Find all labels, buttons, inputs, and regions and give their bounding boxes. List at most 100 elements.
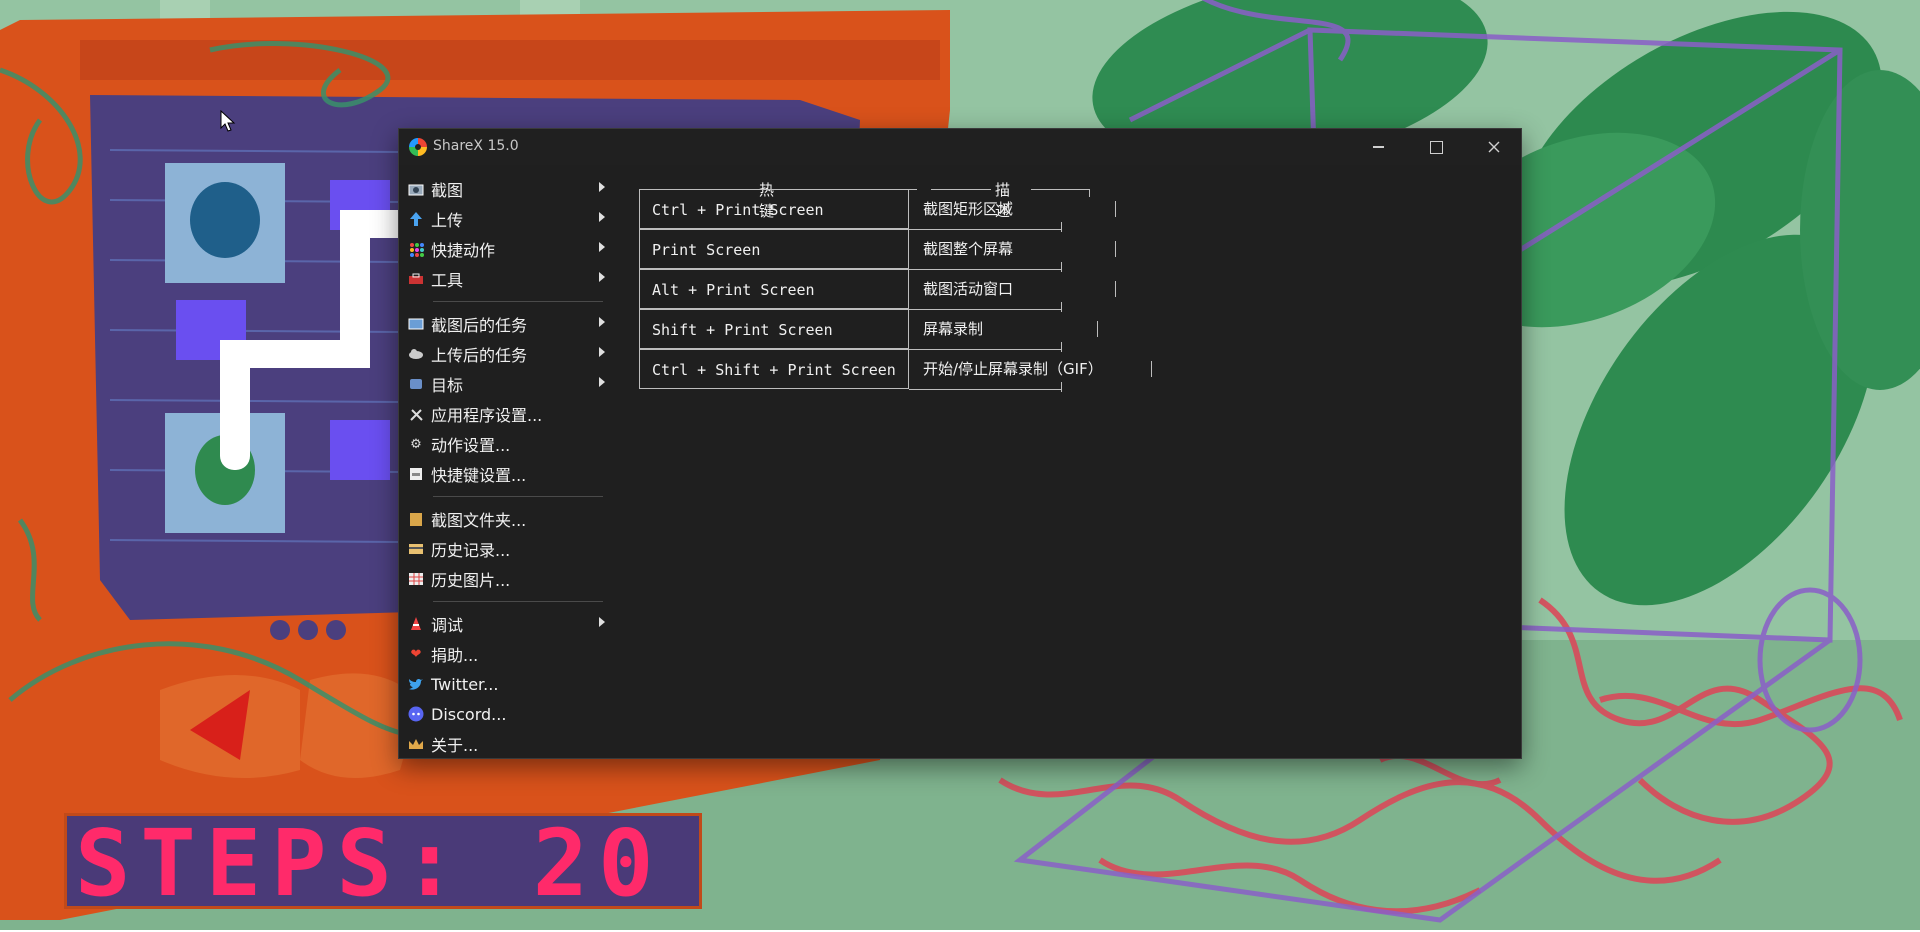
hotkey-cell: Ctrl + Print Screen (639, 189, 909, 229)
cloud-upload-icon (407, 345, 425, 363)
menu-label: 目标 (431, 376, 464, 395)
twitter-icon (407, 675, 425, 693)
close-button[interactable] (1465, 129, 1523, 165)
table-border (1061, 262, 1062, 272)
menu-item-screenshots-folder[interactable]: 截图文件夹... (403, 504, 607, 534)
table-border (1061, 222, 1062, 232)
menu-item-donate[interactable]: ❤ 捐助... (403, 639, 607, 669)
image-task-icon (407, 315, 425, 333)
menu-label: 历史记录... (431, 541, 511, 560)
heart-icon: ❤ (410, 646, 422, 662)
hotkey-cell: Print Screen (639, 229, 909, 269)
menu-separator (433, 301, 603, 302)
table-border (1115, 281, 1116, 297)
menu-label: Discord... (431, 704, 507, 724)
menu-item-after-upload-tasks[interactable]: 上传后的任务 (403, 339, 607, 369)
steps-display: STEPS: 20 (64, 810, 702, 917)
description-cell: 开始/停止屏幕录制（GIF） (923, 360, 1103, 378)
table-row[interactable]: Print Screen 截图整个屏幕 (639, 229, 1013, 269)
menu-label: 历史图片... (431, 571, 511, 590)
table-row[interactable]: Shift + Print Screen 屏幕录制 (639, 309, 983, 349)
minimize-button[interactable] (1349, 129, 1407, 165)
menu-item-upload[interactable]: 上传 (403, 204, 607, 234)
menu-label: 上传 (431, 211, 464, 230)
menu-item-twitter[interactable]: Twitter... (403, 669, 607, 699)
table-border (1151, 361, 1152, 377)
history-icon (407, 540, 425, 558)
menu-label: 快捷键设置... (431, 466, 527, 485)
table-border (1031, 189, 1089, 190)
menu-item-app-settings[interactable]: 应用程序设置... (403, 399, 607, 429)
table-border (1061, 382, 1062, 392)
up-arrow-icon (407, 210, 425, 228)
steps-counter-text: STEPS: 20 (75, 810, 664, 917)
submenu-arrow-icon (599, 242, 605, 252)
description-cell: 截图活动窗口 (923, 280, 1014, 298)
table-border (909, 389, 1061, 390)
submenu-arrow-icon (599, 182, 605, 192)
submenu-arrow-icon (599, 617, 605, 627)
menu-item-destinations[interactable]: 目标 (403, 369, 607, 399)
menu-separator (433, 496, 603, 497)
table-border (1097, 321, 1098, 337)
menu-label: 快捷动作 (431, 241, 496, 260)
menu-label: 上传后的任务 (431, 346, 528, 365)
sharex-logo-icon (409, 138, 427, 156)
menu-item-debug[interactable]: 调试 (403, 609, 607, 639)
hotkey-cell: Ctrl + Shift + Print Screen (639, 349, 909, 389)
image-grid-icon (407, 570, 425, 588)
wrench-icon (407, 405, 425, 423)
crown-icon (407, 735, 425, 753)
camera-icon (407, 180, 425, 198)
table-border (1089, 189, 1090, 197)
menu-item-after-capture-tasks[interactable]: 截图后的任务 (403, 309, 607, 339)
gear-icon: ⚙ (410, 436, 422, 452)
toolbox-icon (407, 270, 425, 288)
discord-icon (407, 705, 425, 723)
keyboard-icon (407, 465, 425, 483)
table-border (1115, 201, 1116, 217)
submenu-arrow-icon (599, 212, 605, 222)
menu-label: 动作设置... (431, 436, 511, 455)
table-row[interactable]: Ctrl + Print Screen 截图矩形区域 (639, 189, 1013, 229)
menu-label: Twitter... (431, 674, 499, 694)
minimize-icon (1372, 146, 1384, 148)
description-cell: 截图矩形区域 (923, 200, 1014, 218)
hotkey-cell: Alt + Print Screen (639, 269, 909, 309)
description-cell: 屏幕录制 (923, 320, 984, 338)
title-bar[interactable]: ShareX 15.0 (399, 129, 1521, 165)
menu-item-tools[interactable]: 工具 (403, 264, 607, 294)
menu-label: 应用程序设置... (431, 406, 543, 425)
submenu-arrow-icon (599, 317, 605, 327)
menu-item-about[interactable]: 关于... (403, 729, 607, 759)
menu-item-quick-actions[interactable]: 快捷动作 (403, 234, 607, 264)
description-cell: 截图整个屏幕 (923, 240, 1014, 258)
submenu-arrow-icon (599, 347, 605, 357)
menu-label: 截图后的任务 (431, 316, 528, 335)
menu-item-history[interactable]: 历史记录... (403, 534, 607, 564)
maximize-button[interactable] (1407, 129, 1465, 165)
table-row[interactable]: Ctrl + Shift + Print Screen 开始/停止屏幕录制（GI… (639, 349, 1103, 389)
menu-label: 关于... (431, 736, 479, 755)
menu-label: 捐助... (431, 646, 479, 665)
submenu-arrow-icon (599, 272, 605, 282)
cone-icon (407, 615, 425, 633)
menu-label: 截图文件夹... (431, 511, 527, 530)
menu-item-discord[interactable]: Discord... (403, 699, 607, 729)
table-row[interactable]: Alt + Print Screen 截图活动窗口 (639, 269, 1013, 309)
menu-separator (433, 601, 603, 602)
menu-item-task-settings[interactable]: ⚙ 动作设置... (403, 429, 607, 459)
maximize-icon (1429, 140, 1443, 154)
menu-label: 截图 (431, 181, 464, 200)
menu-label: 调试 (431, 616, 464, 635)
grid-dots-icon (407, 240, 425, 258)
menu-label: 工具 (431, 271, 464, 290)
main-menu: 截图 上传 快捷动作 工具 截图后的任务 上传后的任务 目标 应用程序设置...… (403, 174, 607, 759)
close-icon (1488, 141, 1500, 153)
menu-item-image-history[interactable]: 历史图片... (403, 564, 607, 594)
table-border (1061, 302, 1062, 312)
window-title: ShareX 15.0 (433, 138, 519, 154)
target-icon (407, 375, 425, 393)
menu-item-hotkey-settings[interactable]: 快捷键设置... (403, 459, 607, 489)
menu-item-capture[interactable]: 截图 (403, 174, 607, 204)
